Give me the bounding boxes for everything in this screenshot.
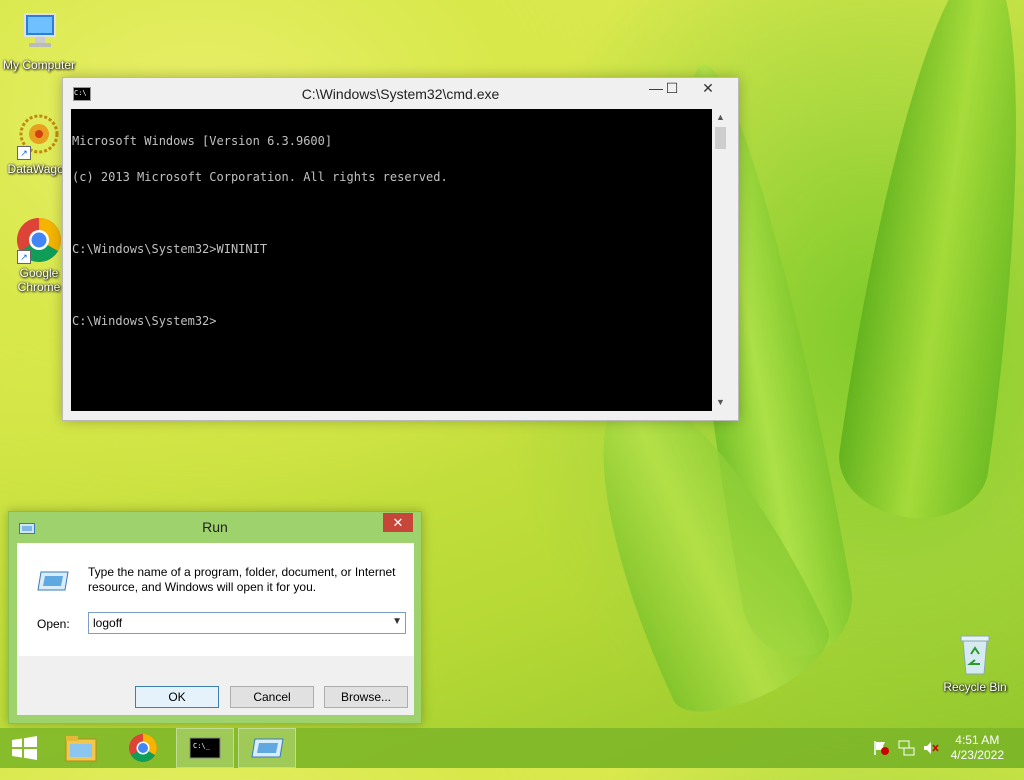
maximize-button[interactable]: ☐ (657, 78, 687, 98)
volume-muted-icon[interactable] (922, 740, 940, 780)
svg-text:C:\_: C:\_ (193, 742, 211, 750)
computer-icon (15, 8, 63, 56)
action-center-flag-icon[interactable] (872, 740, 890, 780)
cmd-icon: C:\_ (189, 737, 221, 759)
browse-button[interactable]: Browse... (324, 686, 408, 708)
scroll-down-arrow-icon[interactable]: ▼ (712, 394, 729, 411)
chrome-icon (129, 734, 157, 762)
clock-time: 4:51 AM (955, 733, 1000, 747)
run-icon (37, 570, 69, 592)
taskbar: C:\_ 4:51 AM 4/23/2022 (0, 728, 1024, 768)
run-dialog-title: Run (202, 519, 228, 535)
ok-button[interactable]: OK (135, 686, 219, 708)
cancel-button[interactable]: Cancel (230, 686, 314, 708)
taskbar-file-explorer[interactable] (52, 728, 110, 768)
run-content-area: Type the name of a program, folder, docu… (17, 543, 414, 656)
vertical-scrollbar[interactable]: ▲ ▼ (712, 109, 729, 411)
network-icon[interactable] (898, 740, 916, 780)
console-line: C:\Windows\System32> (72, 314, 217, 328)
desktop-icon-recycle-bin[interactable]: Recycle Bin (936, 630, 1014, 694)
taskbar-cmd[interactable]: C:\_ (176, 728, 234, 768)
run-dialog-body: Type the name of a program, folder, docu… (17, 543, 414, 715)
console-output[interactable]: Microsoft Windows [Version 6.3.9600] (c)… (71, 109, 712, 411)
chrome-icon: ↗ (15, 216, 63, 264)
close-button[interactable]: ✕ (693, 78, 723, 98)
desktop-icon-label: Recycle Bin (943, 680, 1007, 694)
start-button[interactable] (0, 728, 58, 768)
cmd-window[interactable]: C:\ C:\Windows\System32\cmd.exe — ☐ ✕ Mi… (62, 77, 739, 421)
scroll-up-arrow-icon[interactable]: ▲ (712, 109, 729, 126)
windows-logo-icon (12, 736, 37, 760)
console-line: Microsoft Windows [Version 6.3.9600] (72, 134, 333, 148)
cmd-window-title: C:\Windows\System32\cmd.exe (301, 86, 500, 102)
run-dialog[interactable]: Run ✕ Type the name of a program, folder… (8, 511, 422, 724)
cmd-titlebar[interactable]: C:\ C:\Windows\System32\cmd.exe — ☐ ✕ (63, 78, 738, 109)
taskbar-chrome[interactable] (114, 728, 172, 768)
recycle-bin-icon (951, 630, 999, 678)
desktop-icon-label: My Computer (2, 58, 76, 72)
run-icon (251, 738, 284, 758)
run-titlebar[interactable]: Run ✕ (9, 512, 421, 542)
chevron-down-icon[interactable]: ▼ (392, 616, 402, 627)
scroll-thumb[interactable] (715, 127, 726, 149)
shortcut-arrow-icon: ↗ (17, 146, 31, 160)
run-description: Type the name of a program, folder, docu… (88, 565, 396, 594)
datawagon-icon: ↗ (15, 112, 63, 160)
open-label: Open: (37, 617, 70, 631)
clock-date: 4/23/2022 (950, 748, 1004, 762)
shortcut-arrow-icon: ↗ (17, 250, 31, 264)
console-line: C:\Windows\System32>WININIT (72, 242, 268, 256)
open-combobox[interactable]: ▼ (88, 612, 406, 634)
taskbar-run[interactable] (238, 728, 296, 768)
desktop-icon-my-computer[interactable]: My Computer (0, 8, 78, 72)
wallpaper-leaf (831, 0, 1024, 528)
system-clock[interactable]: 4:51 AM 4/23/2022 (951, 733, 1004, 763)
folder-icon (65, 736, 97, 762)
console-line: (c) 2013 Microsoft Corporation. All righ… (72, 170, 448, 184)
open-input[interactable] (93, 615, 383, 631)
close-button[interactable]: ✕ (383, 513, 413, 532)
